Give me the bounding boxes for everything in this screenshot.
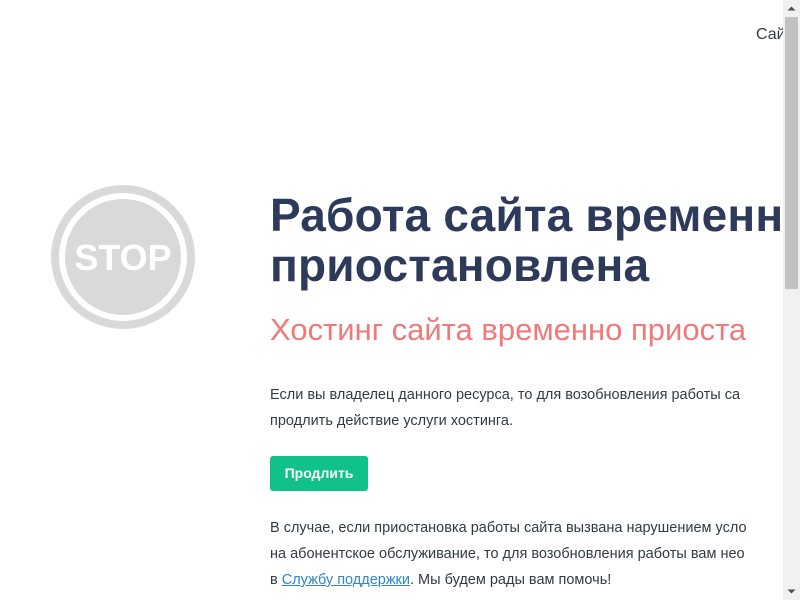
main-content: Работа сайта временн приостановлена Хост… bbox=[270, 190, 783, 593]
page-title-line-1: Работа сайта временн bbox=[270, 189, 783, 241]
scroll-up-arrow-icon[interactable] bbox=[783, 0, 800, 17]
top-nav-link[interactable]: Сай bbox=[756, 26, 783, 44]
renew-button[interactable]: Продлить bbox=[270, 456, 368, 491]
violation-info-line-1: В случае, если приостановка работы сайта… bbox=[270, 520, 747, 536]
support-link[interactable]: Службу поддержки bbox=[282, 572, 410, 588]
owner-info-line-2: продлить действие услуги хостинга. bbox=[270, 413, 513, 429]
violation-info-line-2: на абонентское обслуживание, то для возо… bbox=[270, 546, 745, 562]
page-title: Работа сайта временн приостановлена bbox=[270, 190, 783, 290]
page-title-line-2: приостановлена bbox=[270, 239, 650, 291]
scrollbar-thumb[interactable] bbox=[785, 17, 798, 289]
page-content: Сай STOP Работа сайта временн приостанов… bbox=[0, 0, 783, 600]
stop-sign-icon: STOP bbox=[48, 182, 198, 332]
violation-info-line-3-suffix: . Мы будем рады вам помочь! bbox=[410, 572, 612, 588]
violation-info-paragraph: В случае, если приостановка работы сайта… bbox=[270, 515, 783, 593]
violation-info-line-3-prefix: в bbox=[270, 572, 282, 588]
owner-info-paragraph: Если вы владелец данного ресурса, то для… bbox=[270, 382, 783, 434]
page-viewport: Сай STOP Работа сайта временн приостанов… bbox=[0, 0, 800, 600]
page-subtitle: Хостинг сайта временно приоста bbox=[270, 312, 747, 347]
owner-info-line-1: Если вы владелец данного ресурса, то для… bbox=[270, 387, 741, 403]
stop-sign-text: STOP bbox=[74, 237, 171, 278]
vertical-scrollbar[interactable] bbox=[783, 0, 800, 600]
scroll-down-arrow-icon[interactable] bbox=[783, 583, 800, 600]
